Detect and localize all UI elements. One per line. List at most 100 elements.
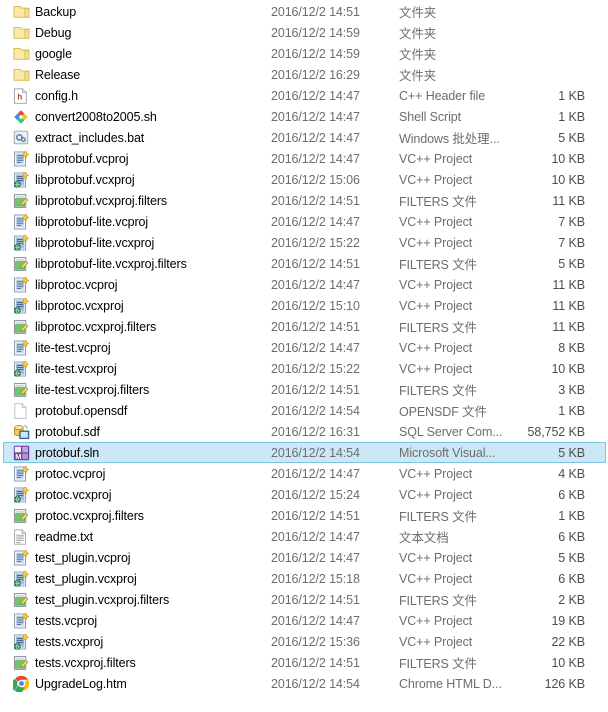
file-list-item[interactable]: lite-test.vcproj 2016/12/2 14:47 VC++ Proj…: [3, 337, 606, 358]
file-type: VC++ Project: [399, 151, 473, 166]
file-type: VC++ Project: [399, 466, 473, 481]
file-date-modified: 2016/12/2 14:47: [271, 88, 360, 103]
file-list-item[interactable]: Mprotobuf.sln 2016/12/2 14:54 Microsoft Vi…: [3, 442, 606, 463]
shell-script-icon: [13, 108, 35, 125]
file-list-item[interactable]: UpgradeLog.htm 2016/12/2 14:54 Chrome HTML…: [3, 673, 606, 694]
file-size: 10 KB: [551, 172, 585, 187]
file-list-item[interactable]: protoc.vcxproj 2016/12/2 15:24 VC++ Projec…: [3, 484, 606, 505]
file-name: libprotoc.vcxproj: [35, 298, 124, 313]
file-size: 58,752 KB: [527, 424, 586, 439]
file-list-item[interactable]: h config.h 2016/12/2 14:47 C++ Header file 1…: [3, 85, 606, 106]
file-size: 10 KB: [551, 151, 585, 166]
file-size: 11 KB: [552, 193, 585, 208]
solution-icon: M: [13, 444, 35, 461]
file-name: google: [35, 46, 72, 61]
file-date-modified: 2016/12/2 14:47: [271, 466, 360, 481]
file-date-modified: 2016/12/2 14:51: [271, 382, 360, 397]
folder-icon: [13, 24, 35, 41]
file-size: 6 KB: [558, 529, 585, 544]
file-list-item[interactable]: google 2016/12/2 14:59 文件夹: [3, 43, 606, 64]
file-name: lite-test.vcxproj.filters: [35, 382, 150, 397]
file-list-item[interactable]: libprotobuf-lite.vcxproj 2016/12/2 15:22 V…: [3, 232, 606, 253]
filters-icon: [13, 192, 35, 209]
file-list-item[interactable]: protobuf.sdf 2016/12/2 16:31 SQL Server Co…: [3, 421, 606, 442]
file-type: VC++ Project: [399, 298, 473, 313]
batch-file-icon: [13, 129, 35, 146]
file-list-item[interactable]: tests.vcxproj 2016/12/2 15:36 VC++ Project…: [3, 631, 606, 652]
file-list-item[interactable]: readme.txt 2016/12/2 14:47 文本文档 6 KB: [3, 526, 606, 547]
file-list-item[interactable]: libprotoc.vcxproj.filters 2016/12/2 14:51…: [3, 316, 606, 337]
vcxproj-icon: [13, 360, 35, 377]
file-list-item[interactable]: libprotobuf.vcproj 2016/12/2 14:47 VC++ Pr…: [3, 148, 606, 169]
file-date-modified: 2016/12/2 14:47: [271, 109, 360, 124]
file-list-item[interactable]: protobuf.opensdf 2016/12/2 14:54 OPENSDF 文…: [3, 400, 606, 421]
file-date-modified: 2016/12/2 16:31: [271, 424, 360, 439]
file-size: 4 KB: [558, 466, 585, 481]
file-list-item[interactable]: Release 2016/12/2 16:29 文件夹: [3, 64, 606, 85]
file-name: libprotobuf-lite.vcxproj: [35, 235, 155, 250]
file-name: protoc.vcproj: [35, 466, 106, 481]
file-size: 6 KB: [558, 571, 585, 586]
file-type: VC++ Project: [399, 487, 473, 502]
svg-text:h: h: [17, 92, 22, 101]
file-list-item[interactable]: lite-test.vcxproj.filters 2016/12/2 14:51…: [3, 379, 606, 400]
file-list-item[interactable]: protoc.vcxproj.filters 2016/12/2 14:51 FIL…: [3, 505, 606, 526]
file-type: FILTERS 文件: [399, 594, 477, 608]
file-list-item[interactable]: tests.vcproj 2016/12/2 14:47 VC++ Project 1…: [3, 610, 606, 631]
file-list-item[interactable]: lite-test.vcxproj 2016/12/2 15:22 VC++ Pro…: [3, 358, 606, 379]
file-list-item[interactable]: test_plugin.vcproj 2016/12/2 14:47 VC++ Pr…: [3, 547, 606, 568]
file-list-item[interactable]: Backup 2016/12/2 14:51 文件夹: [3, 1, 606, 22]
file-list-item[interactable]: convert2008to2005.sh 2016/12/2 14:47 Shell…: [3, 106, 606, 127]
file-date-modified: 2016/12/2 14:51: [271, 655, 360, 670]
file-name: lite-test.vcproj: [35, 340, 111, 355]
file-size: 6 KB: [558, 487, 585, 502]
file-size: 1 KB: [558, 109, 585, 124]
file-list-item[interactable]: test_plugin.vcxproj.filters 2016/12/2 14:…: [3, 589, 606, 610]
file-list-item[interactable]: libprotobuf.vcxproj 2016/12/2 15:06 VC++ P…: [3, 169, 606, 190]
file-type: VC++ Project: [399, 214, 473, 229]
chrome-html-icon: [13, 675, 35, 692]
header-file-icon: h: [13, 87, 35, 104]
file-date-modified: 2016/12/2 14:51: [271, 319, 360, 334]
file-name: libprotobuf.vcproj: [35, 151, 129, 166]
vcxproj-icon: [13, 171, 35, 188]
file-size: 5 KB: [558, 445, 585, 460]
file-size: 5 KB: [558, 550, 585, 565]
file-list-item[interactable]: Debug 2016/12/2 14:59 文件夹: [3, 22, 606, 43]
file-list-item[interactable]: libprotobuf-lite.vcproj 2016/12/2 14:47 VC…: [3, 211, 606, 232]
file-size: 19 KB: [551, 613, 585, 628]
vcxproj-icon: [13, 234, 35, 251]
file-size: 7 KB: [558, 235, 585, 250]
file-type: Windows 批处理...: [399, 132, 500, 146]
file-list-item[interactable]: libprotobuf-lite.vcxproj.filters 2016/12/…: [3, 253, 606, 274]
file-type: 文本文档: [399, 531, 449, 545]
file-list-item[interactable]: protoc.vcproj 2016/12/2 14:47 VC++ Project…: [3, 463, 606, 484]
file-type: FILTERS 文件: [399, 321, 477, 335]
file-list-item[interactable]: test_plugin.vcxproj 2016/12/2 15:18 VC++ P…: [3, 568, 606, 589]
file-date-modified: 2016/12/2 15:36: [271, 634, 360, 649]
file-date-modified: 2016/12/2 15:22: [271, 361, 360, 376]
file-list[interactable]: Backup 2016/12/2 14:51 文件夹 Debug 2016/12/2 1…: [0, 0, 608, 694]
file-type: VC++ Project: [399, 634, 473, 649]
file-date-modified: 2016/12/2 14:47: [271, 613, 360, 628]
vcproj-icon: [13, 150, 35, 167]
file-type: VC++ Project: [399, 277, 473, 292]
file-list-item[interactable]: tests.vcxproj.filters 2016/12/2 14:51 FILT…: [3, 652, 606, 673]
file-size: 5 KB: [558, 130, 585, 145]
file-type: VC++ Project: [399, 361, 473, 376]
file-name: libprotobuf-lite.vcxproj.filters: [35, 256, 187, 271]
file-list-item[interactable]: libprotobuf.vcxproj.filters 2016/12/2 14:…: [3, 190, 606, 211]
file-date-modified: 2016/12/2 14:47: [271, 277, 360, 292]
file-name: test_plugin.vcxproj: [35, 571, 137, 586]
folder-icon: [13, 3, 35, 20]
filters-icon: [13, 591, 35, 608]
vcproj-icon: [13, 465, 35, 482]
file-name: convert2008to2005.sh: [35, 109, 157, 124]
file-name: test_plugin.vcxproj.filters: [35, 592, 170, 607]
filters-icon: [13, 318, 35, 335]
file-list-item[interactable]: extract_includes.bat 2016/12/2 14:47 Windo…: [3, 127, 606, 148]
file-list-item[interactable]: libprotoc.vcproj 2016/12/2 14:47 VC++ Proj…: [3, 274, 606, 295]
file-date-modified: 2016/12/2 14:54: [271, 676, 360, 691]
file-list-item[interactable]: libprotoc.vcxproj 2016/12/2 15:10 VC++ Pro…: [3, 295, 606, 316]
file-type: VC++ Project: [399, 571, 473, 586]
